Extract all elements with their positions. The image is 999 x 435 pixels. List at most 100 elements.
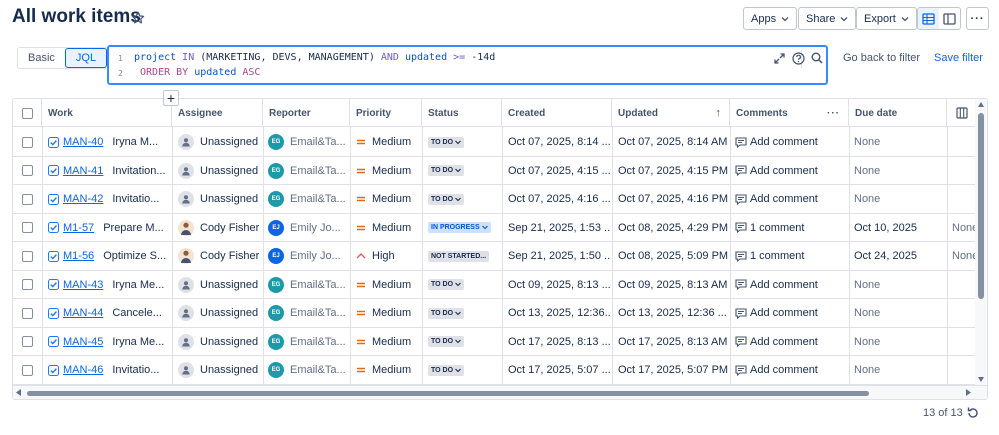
- work-item-summary[interactable]: Invitatio...: [112, 364, 159, 376]
- work-item-key-link[interactable]: MAN-46: [63, 364, 103, 376]
- table-row[interactable]: MAN-46 Invitatio... Unassigned EG Email&Ta..…: [13, 356, 987, 385]
- comment-link[interactable]: Add comment: [750, 165, 818, 177]
- expand-icon[interactable]: [772, 51, 786, 65]
- table-row[interactable]: M1-56 Optimize S... Cody Fisher EJ Emily Jo.…: [13, 242, 987, 271]
- row-checkbox[interactable]: [22, 279, 33, 290]
- comment-link[interactable]: Add comment: [750, 136, 818, 148]
- due-date[interactable]: None: [854, 128, 946, 156]
- due-date[interactable]: None: [854, 299, 946, 327]
- work-item-summary[interactable]: Iryna Me...: [112, 336, 164, 348]
- comment-link[interactable]: 1 comment: [750, 250, 804, 262]
- column-header-status[interactable]: Status: [422, 99, 502, 127]
- basic-mode-button[interactable]: Basic: [18, 48, 65, 68]
- reporter-name[interactable]: Email&Ta...: [290, 165, 346, 177]
- vertical-scrollbar[interactable]: [975, 99, 987, 385]
- jql-editor[interactable]: 1 2 project IN (MARKETING, DEVS, MANAGEM…: [107, 45, 828, 85]
- assignee-name[interactable]: Unassigned: [200, 279, 258, 291]
- due-date[interactable]: None: [854, 356, 946, 384]
- status-dropdown[interactable]: TO DO: [428, 193, 465, 205]
- assignee-name[interactable]: Cody Fisher: [200, 222, 259, 234]
- table-row[interactable]: MAN-42 Invitatio... Unassigned EG Email&Ta..…: [13, 185, 987, 214]
- refresh-icon[interactable]: [966, 406, 980, 420]
- horizontal-scroll-thumb[interactable]: [27, 391, 869, 396]
- row-checkbox[interactable]: [22, 165, 33, 176]
- row-checkbox[interactable]: [22, 222, 33, 233]
- status-dropdown[interactable]: TO DO: [428, 165, 465, 176]
- work-item-key-link[interactable]: MAN-45: [63, 336, 103, 348]
- sort-ascending-icon[interactable]: ↑: [716, 107, 722, 119]
- vertical-scroll-thumb[interactable]: [978, 113, 984, 299]
- assignee-name[interactable]: Unassigned: [200, 364, 258, 376]
- detail-view-button[interactable]: [939, 8, 960, 29]
- priority-label[interactable]: Medium: [372, 307, 411, 319]
- reporter-name[interactable]: Email&Ta...: [290, 364, 346, 376]
- table-row[interactable]: M1-57 Prepare M... Cody Fisher EJ Emily Jo..…: [13, 214, 987, 242]
- star-icon[interactable]: [131, 11, 145, 25]
- work-item-summary[interactable]: Prepare M...: [103, 222, 164, 234]
- work-item-key-link[interactable]: M1-57: [63, 222, 94, 234]
- table-row[interactable]: MAN-40 Iryna M... Unassigned EG Email&Ta... M…: [13, 128, 987, 157]
- due-date[interactable]: None: [854, 157, 946, 185]
- share-button[interactable]: Share: [798, 7, 857, 30]
- work-item-key-link[interactable]: MAN-40: [63, 136, 103, 148]
- priority-label[interactable]: Medium: [372, 222, 411, 234]
- row-checkbox[interactable]: [22, 136, 33, 148]
- status-dropdown[interactable]: TO DO: [428, 307, 465, 319]
- scroll-down-icon[interactable]: [978, 377, 984, 382]
- work-item-key-link[interactable]: MAN-41: [63, 165, 103, 177]
- priority-label[interactable]: Medium: [372, 279, 411, 291]
- reporter-name[interactable]: Email&Ta...: [290, 279, 346, 291]
- more-actions-button[interactable]: ···: [966, 7, 989, 30]
- go-back-to-filter-link[interactable]: Go back to filter: [843, 52, 920, 64]
- work-item-key-link[interactable]: MAN-44: [63, 307, 103, 319]
- comment-link[interactable]: 1 comment: [750, 222, 804, 234]
- assignee-name[interactable]: Unassigned: [200, 165, 258, 177]
- list-view-button[interactable]: [918, 8, 939, 29]
- table-row[interactable]: MAN-45 Iryna Me... Unassigned EG Email&Ta...…: [13, 328, 987, 356]
- row-checkbox[interactable]: [22, 336, 33, 347]
- comment-link[interactable]: Add comment: [750, 336, 818, 348]
- search-icon[interactable]: [810, 51, 824, 65]
- column-header-priority[interactable]: Priority: [350, 99, 422, 127]
- table-row[interactable]: MAN-41 Invitation... Unassigned EG Email&Ta.…: [13, 157, 987, 185]
- row-checkbox[interactable]: [22, 193, 33, 205]
- jql-mode-button[interactable]: JQL: [64, 48, 108, 68]
- comment-link[interactable]: Add comment: [750, 364, 818, 376]
- priority-label[interactable]: Medium: [372, 165, 411, 177]
- assignee-name[interactable]: Unassigned: [200, 336, 258, 348]
- priority-label[interactable]: Medium: [372, 364, 411, 376]
- reporter-name[interactable]: Email&Ta...: [290, 193, 346, 205]
- column-header-due-date[interactable]: Due date: [849, 99, 947, 127]
- status-dropdown[interactable]: TO DO: [428, 136, 465, 148]
- row-checkbox[interactable]: [22, 307, 33, 319]
- horizontal-scrollbar[interactable]: [13, 385, 987, 399]
- reporter-name[interactable]: Email&Ta...: [290, 307, 346, 319]
- scroll-up-icon[interactable]: [978, 102, 984, 107]
- help-icon[interactable]: [791, 51, 805, 65]
- due-date[interactable]: None: [854, 185, 946, 213]
- status-dropdown[interactable]: TO DO: [428, 336, 465, 347]
- assignee-name[interactable]: Unassigned: [200, 193, 258, 205]
- priority-label[interactable]: High: [372, 250, 395, 262]
- work-item-summary[interactable]: Invitation...: [112, 165, 165, 177]
- column-header-comments[interactable]: Comments ···: [730, 99, 849, 127]
- select-all-checkbox[interactable]: [21, 107, 33, 119]
- reporter-name[interactable]: Emily Jo...: [290, 250, 341, 262]
- column-header-updated[interactable]: Updated ↑: [612, 99, 730, 127]
- work-item-summary[interactable]: Iryna Me...: [112, 279, 164, 291]
- comment-link[interactable]: Add comment: [750, 193, 818, 205]
- scroll-right-icon[interactable]: [966, 389, 971, 396]
- status-dropdown[interactable]: IN PROGRESS: [428, 222, 491, 233]
- column-header-work[interactable]: Work: [42, 99, 172, 127]
- column-header-created[interactable]: Created: [502, 99, 612, 127]
- work-item-summary[interactable]: Cancele...: [112, 307, 162, 319]
- work-item-summary[interactable]: Iryna M...: [112, 136, 158, 148]
- assignee-name[interactable]: Unassigned: [200, 136, 258, 148]
- save-filter-link[interactable]: Save filter: [934, 52, 983, 64]
- reporter-name[interactable]: Email&Ta...: [290, 336, 346, 348]
- row-checkbox[interactable]: [22, 364, 33, 376]
- priority-label[interactable]: Medium: [372, 136, 411, 148]
- work-item-key-link[interactable]: M1-56: [63, 250, 94, 262]
- work-item-summary[interactable]: Invitatio...: [112, 193, 159, 205]
- status-dropdown[interactable]: TO DO: [428, 279, 465, 290]
